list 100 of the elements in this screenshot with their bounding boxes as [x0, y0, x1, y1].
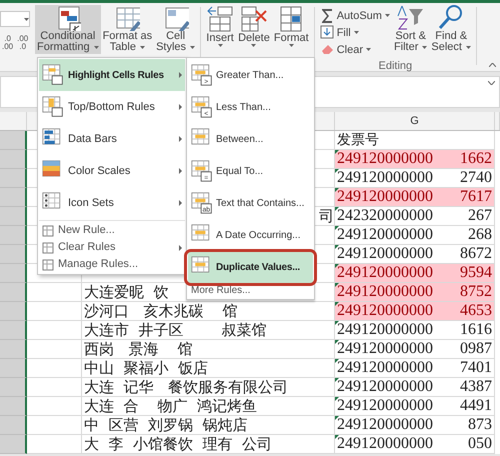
cell-text: 249120000000: [337, 264, 433, 282]
caret-icon: [354, 31, 359, 34]
sort-filter-icon: [396, 3, 426, 31]
table-cell[interactable]: 沙河口 亥木兆碳 馆: [82, 302, 335, 321]
cell-text: 249120000000: [337, 340, 433, 358]
table-cell[interactable]: 249120000000 050: [335, 435, 495, 454]
table-cell[interactable]: [27, 302, 82, 321]
table-cell[interactable]: 249120000000 873: [335, 416, 495, 435]
caret-icon: [24, 18, 29, 20]
table-cell[interactable]: 大连市 井子区 叔菜馆: [82, 321, 335, 340]
menu-item[interactable]: Data Bars: [39, 123, 185, 155]
row-header[interactable]: [0, 435, 27, 454]
row-header[interactable]: [0, 359, 27, 378]
table-icon: [42, 96, 64, 118]
table-cell[interactable]: 249120000000 4491: [335, 397, 495, 416]
ribbon-button[interactable]: Sort & Filter: [392, 3, 430, 58]
cell-text: 249120000000: [337, 226, 433, 244]
menu-item[interactable]: Top/Bottom Rules: [39, 91, 185, 123]
ribbon-button[interactable]: Insert: [204, 5, 236, 48]
table-cell[interactable]: 249120000000 1616: [335, 321, 495, 340]
table-cell[interactable]: 249120000000 7617: [335, 188, 495, 207]
decimal-button[interactable]: .0 .00: [0, 35, 16, 51]
table-cell[interactable]: 249120000000 9594: [335, 264, 495, 283]
ribbon-button[interactable]: AutoSum: [318, 7, 392, 24]
caret-icon: [288, 44, 294, 47]
table-cell[interactable]: 249120000000 8752: [335, 283, 495, 302]
cell-text: 050: [468, 435, 492, 453]
ribbon-button[interactable]: Delete: [236, 5, 272, 48]
row-header[interactable]: [0, 169, 27, 188]
table-cell[interactable]: 249120000000 268: [335, 226, 495, 245]
cell-text: 268: [468, 226, 492, 244]
row-header[interactable]: [0, 416, 27, 435]
table-cell[interactable]: 249120000000 4653: [335, 302, 495, 321]
cell-text: 1662: [460, 150, 492, 168]
row-header[interactable]: [0, 302, 27, 321]
cell-text: 873: [468, 416, 492, 434]
menu-item[interactable]: Duplicate Values...: [188, 251, 313, 283]
decimal-button[interactable]: .00 .0: [15, 35, 30, 51]
menu-item[interactable]: A Date Occurring...: [188, 219, 313, 251]
table-cell[interactable]: [27, 397, 82, 416]
row-header[interactable]: [0, 321, 27, 340]
row-header[interactable]: [0, 131, 27, 150]
table-cell[interactable]: [27, 283, 82, 302]
rule-icon: [42, 242, 54, 254]
menu-item[interactable]: Highlight Cells Rules: [39, 59, 185, 91]
error-marker-icon: [335, 378, 339, 382]
cell-text: 8752: [460, 283, 492, 301]
row-header[interactable]: [0, 378, 27, 397]
ribbon-button[interactable]: Format as Table: [100, 5, 154, 54]
row-header[interactable]: [0, 150, 27, 169]
font-size-field[interactable]: [0, 11, 30, 27]
table-cell[interactable]: 249120000000 4387: [335, 378, 495, 397]
table-cell[interactable]: 中 区营 刘罗锅 锅炖店: [82, 416, 335, 435]
table-cell[interactable]: 大连 记华 餐饮服务有限公司: [82, 378, 335, 397]
table-cell[interactable]: [27, 321, 82, 340]
ribbon-button[interactable]: Format: [272, 5, 311, 48]
menu-item[interactable]: More Rules...: [188, 283, 313, 298]
menu-item[interactable]: Manage Rules...: [39, 256, 185, 273]
row-header[interactable]: [0, 207, 27, 226]
cell-text: 9594: [460, 264, 492, 282]
table-cell[interactable]: [27, 340, 82, 359]
table-cell[interactable]: 249120000000 1662: [335, 150, 495, 169]
row-header[interactable]: [0, 264, 27, 283]
row-header[interactable]: [0, 245, 27, 264]
ribbon-button[interactable]: Clear: [318, 41, 392, 58]
row-header[interactable]: [0, 397, 27, 416]
menu-item[interactable]: Clear Rules: [39, 239, 185, 256]
row-header[interactable]: [0, 188, 27, 207]
cell-text: 249120000000: [337, 245, 433, 263]
row-header[interactable]: [0, 283, 27, 302]
menu-item[interactable]: Between...: [188, 123, 313, 155]
table-cell[interactable]: 大连 合 物广 鸿记烤鱼: [82, 397, 335, 416]
table-cell[interactable]: 大 李 小馆餐饮 理有 公司: [82, 435, 335, 454]
ribbon-button[interactable]: Cell Styles: [154, 5, 198, 54]
cell-text: 大连 记华 餐饮服务有限公司: [84, 378, 288, 396]
table-cell[interactable]: 249120000000 0987: [335, 340, 495, 359]
error-marker-icon: [335, 245, 339, 249]
menu-item[interactable]: Color Scales: [39, 155, 185, 187]
ribbon-button[interactable]: Fill: [318, 24, 392, 41]
ribbon-button[interactable]: Conditional Formatting: [35, 5, 101, 54]
table-cell[interactable]: 242320000000 267: [335, 207, 495, 226]
table-cell[interactable]: 西岗 景海 馆: [82, 340, 335, 359]
row-header[interactable]: [0, 340, 27, 359]
row-header[interactable]: [0, 226, 27, 245]
column-header[interactable]: G: [335, 112, 495, 130]
table-cell[interactable]: [27, 378, 82, 397]
error-marker-icon: [335, 397, 339, 401]
table-cell[interactable]: [27, 435, 82, 454]
ribbon-button[interactable]: Find & Select: [429, 3, 473, 58]
table-cell[interactable]: [27, 416, 82, 435]
cell-text: 大 李 小馆餐饮 理有 公司: [84, 435, 272, 453]
menu-item[interactable]: New Rule...: [39, 222, 185, 239]
table-cell[interactable]: 249120000000 7401: [335, 359, 495, 378]
cell-text: 大连 合 物广 鸿记烤鱼: [84, 397, 258, 415]
caret-icon: [466, 46, 471, 49]
table-cell[interactable]: 中山 聚福小 饭店: [82, 359, 335, 378]
cell-text: 267: [468, 207, 492, 225]
error-marker-icon: [335, 150, 339, 154]
table-cell[interactable]: [27, 359, 82, 378]
menu-item[interactable]: Icon Sets: [39, 187, 185, 219]
